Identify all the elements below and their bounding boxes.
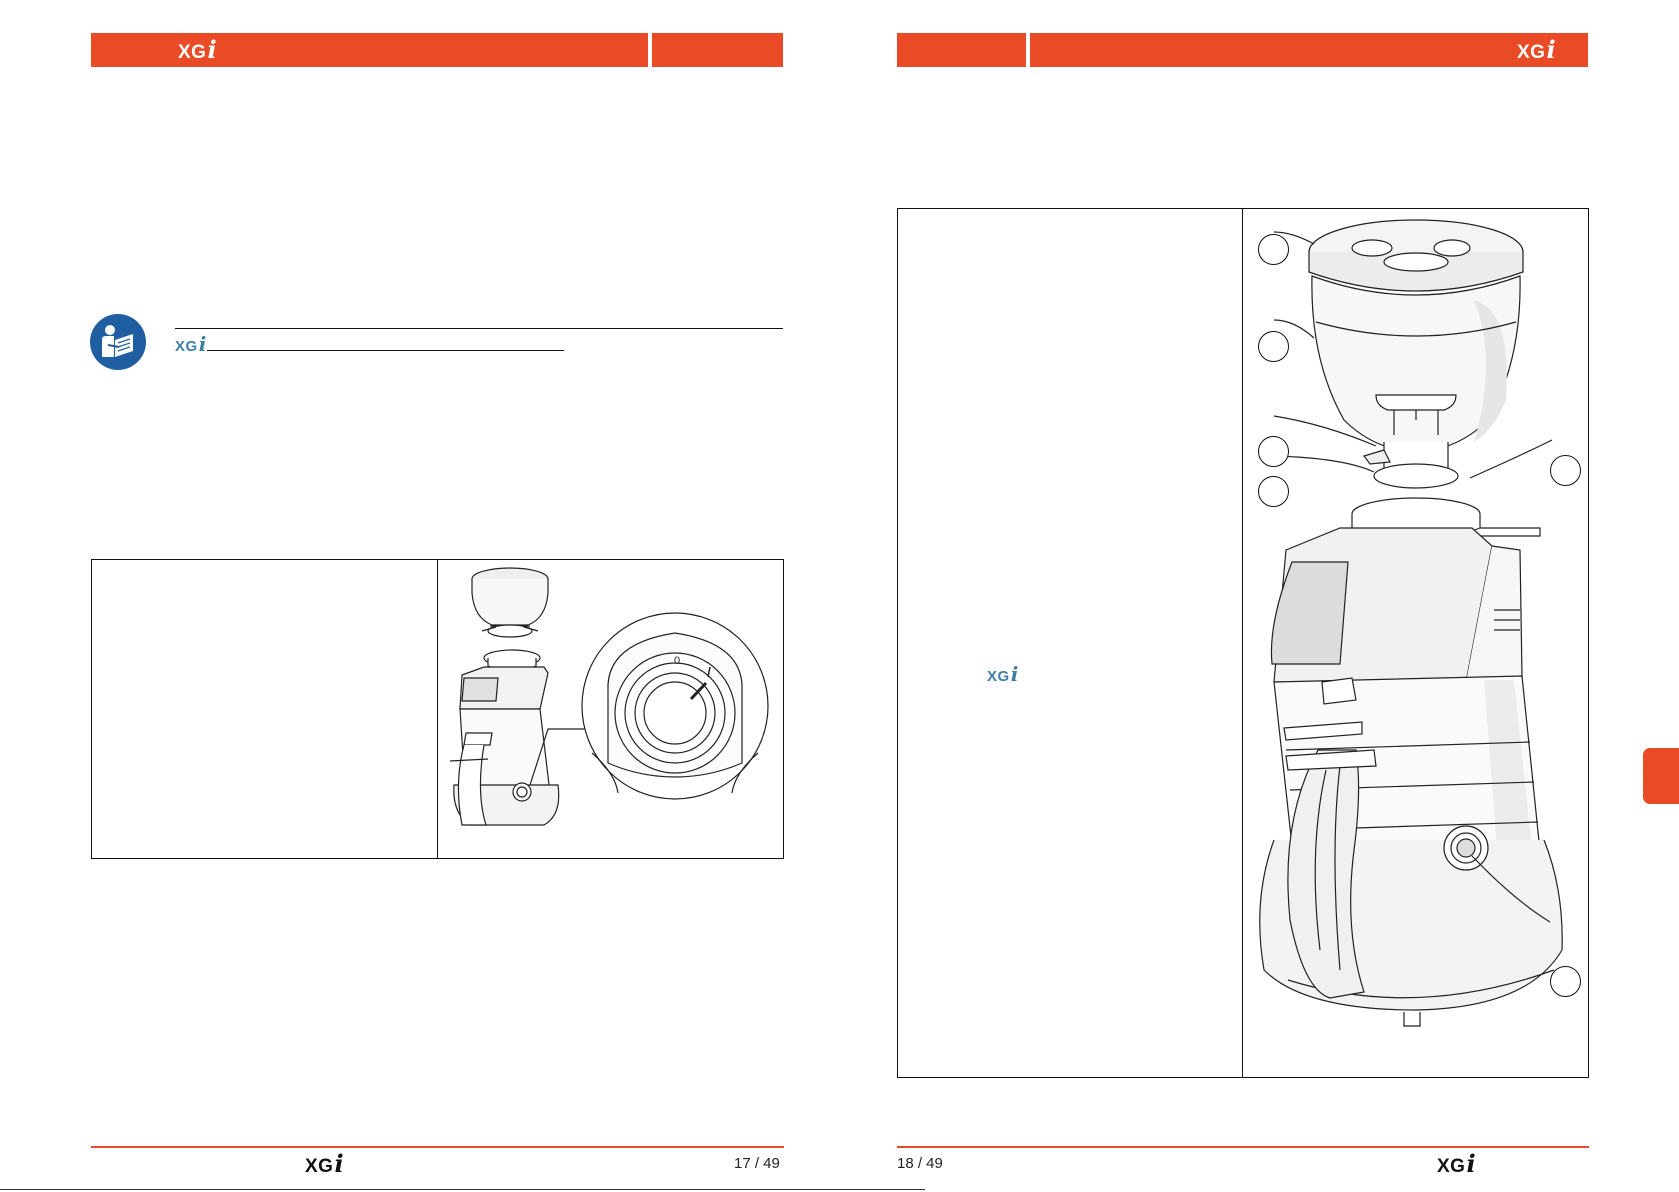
brand-suffix: i <box>1010 662 1019 686</box>
brand-name: XG <box>1517 42 1546 63</box>
callout-lid <box>1258 234 1289 265</box>
brand-logo-header-left: XGi <box>178 35 218 64</box>
brand-logo-footer-left: XGi <box>305 1149 345 1178</box>
brand-name: XG <box>987 668 1010 685</box>
brand-name: XG <box>305 1156 334 1177</box>
callout-collar <box>1258 476 1289 507</box>
header-bar-left <box>91 33 648 67</box>
brand-name: XG <box>175 338 198 355</box>
callout-adjustment <box>1550 455 1581 486</box>
grinder-power-switch-illustration: 0 <box>449 567 769 826</box>
brand-logo-legend: XGi <box>987 664 1019 684</box>
read-manual-icon <box>90 314 146 370</box>
callout-shutter <box>1258 436 1289 467</box>
callout-switch <box>1550 966 1581 997</box>
brand-suffix: i <box>1466 1149 1477 1178</box>
brand-suffix: i <box>207 35 218 64</box>
note-rule-top <box>175 328 783 329</box>
brand-name: XG <box>1437 1156 1466 1177</box>
header-bar-right-segment <box>897 33 1026 67</box>
grinder-components-illustration <box>1259 219 1563 1027</box>
footer-rule-right <box>897 1146 1589 1148</box>
footer-rule-left <box>91 1146 784 1148</box>
section-tab[interactable] <box>1643 748 1679 804</box>
brand-suffix: i <box>198 332 207 356</box>
brand-suffix: i <box>1546 35 1557 64</box>
header-bar-left-segment <box>652 33 783 67</box>
page-number-right: 18 / 49 <box>897 1155 943 1172</box>
header-bar-right <box>1030 33 1588 67</box>
note-rule-bottom <box>207 350 564 351</box>
callout-hopper <box>1258 331 1289 362</box>
brand-name: XG <box>178 42 207 63</box>
bottom-edge-line <box>0 1189 925 1190</box>
brand-suffix: i <box>334 1149 345 1178</box>
page-number-left: 17 / 49 <box>734 1155 780 1172</box>
brand-logo-note: XGi <box>175 334 207 354</box>
brand-logo-header-right: XGi <box>1517 35 1557 64</box>
svg-text:0: 0 <box>674 655 680 667</box>
brand-logo-footer-right: XGi <box>1437 1149 1477 1178</box>
power-switch-box-divider <box>437 559 439 859</box>
